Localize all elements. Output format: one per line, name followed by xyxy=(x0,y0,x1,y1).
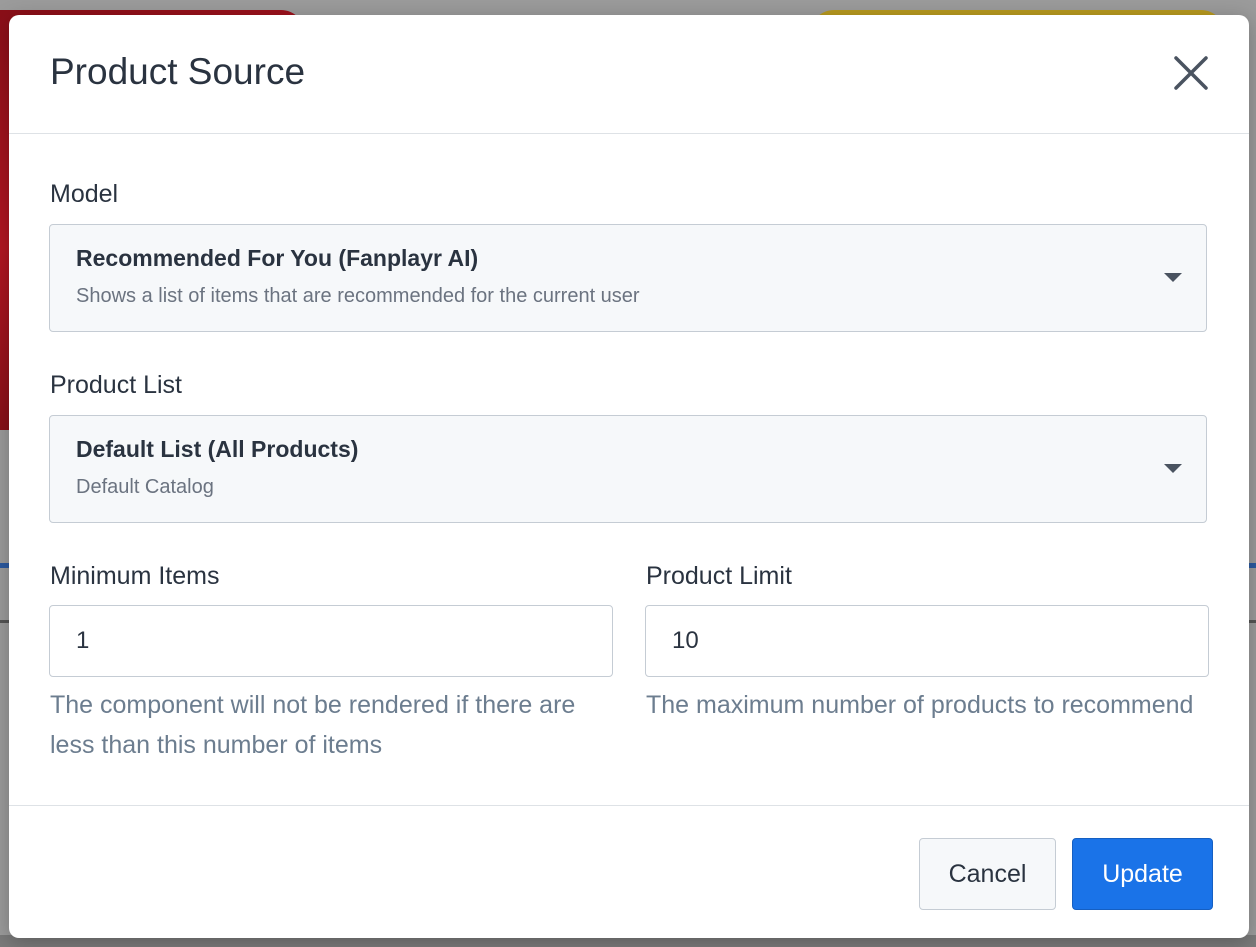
model-selected-description: Shows a list of items that are recommend… xyxy=(76,285,640,307)
product-list-selected-description: Default Catalog xyxy=(76,476,214,498)
product-source-dialog: Product Source Model Recommended For You… xyxy=(9,15,1249,938)
caret-down-icon xyxy=(1164,464,1182,473)
dialog-title: Product Source xyxy=(50,51,306,92)
model-label: Model xyxy=(50,180,119,208)
cancel-button[interactable]: Cancel xyxy=(919,838,1056,910)
model-selected-title: Recommended For You (Fanplayr AI) xyxy=(76,245,479,271)
update-button[interactable]: Update xyxy=(1072,838,1213,910)
model-select[interactable]: Recommended For You (Fanplayr AI) Shows … xyxy=(49,224,1207,332)
minimum-items-label: Minimum Items xyxy=(50,562,220,590)
caret-down-icon xyxy=(1164,273,1182,282)
product-list-label: Product List xyxy=(50,371,183,399)
product-limit-input[interactable] xyxy=(645,605,1209,677)
minimum-items-input[interactable] xyxy=(49,605,613,677)
product-limit-label: Product Limit xyxy=(646,562,792,590)
close-button[interactable] xyxy=(1171,53,1211,93)
dialog-header: Product Source xyxy=(9,15,1249,134)
dialog-footer: Cancel Update xyxy=(9,805,1249,938)
close-icon xyxy=(1174,56,1208,90)
product-list-select[interactable]: Default List (All Products) Default Cata… xyxy=(49,415,1207,523)
product-limit-help: The maximum number of products to recomm… xyxy=(646,691,1194,719)
product-list-selected-title: Default List (All Products) xyxy=(76,436,359,462)
minimum-items-help: The component will not be rendered if th… xyxy=(50,691,576,759)
